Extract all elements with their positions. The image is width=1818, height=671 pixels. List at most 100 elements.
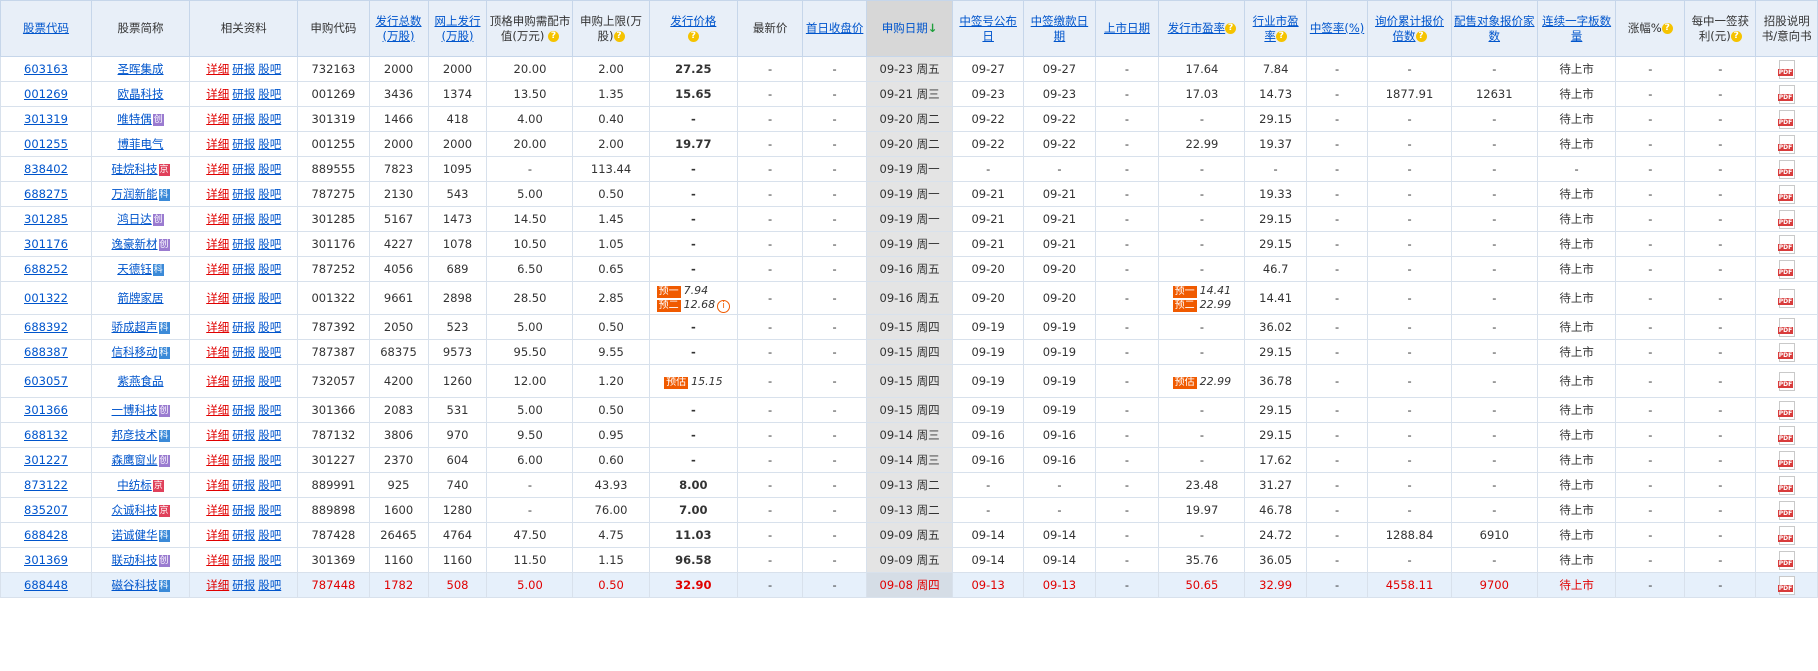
report-link[interactable]: 研报 <box>232 62 255 76</box>
stock-name-link[interactable]: 诺诚健华 <box>112 528 158 542</box>
stock-code-link[interactable]: 838402 <box>24 162 68 176</box>
header-sub-date[interactable]: 申购日期↓ <box>866 0 954 57</box>
forum-link[interactable]: 股吧 <box>258 62 281 76</box>
header-total-shares[interactable]: 发行总数(万股) <box>368 0 429 57</box>
forum-link[interactable]: 股吧 <box>258 503 281 517</box>
stock-name-link[interactable]: 逸豪新材 <box>112 237 158 251</box>
header-issue-price[interactable]: 发行价格? <box>648 0 739 57</box>
forum-link[interactable]: 股吧 <box>258 403 281 417</box>
pdf-icon[interactable] <box>1777 400 1795 420</box>
help-icon[interactable]: ? <box>613 30 625 42</box>
stock-name-link[interactable]: 邦彦技术 <box>112 428 158 442</box>
forum-link[interactable]: 股吧 <box>258 212 281 226</box>
forum-link[interactable]: 股吧 <box>258 528 281 542</box>
pdf-icon[interactable] <box>1777 450 1795 470</box>
pdf-icon[interactable] <box>1777 371 1795 391</box>
detail-link[interactable]: 详细 <box>206 62 229 76</box>
stock-code-link[interactable]: 301176 <box>24 237 68 251</box>
pdf-icon[interactable] <box>1777 342 1795 362</box>
report-link[interactable]: 研报 <box>232 320 255 334</box>
detail-link[interactable]: 详细 <box>206 478 229 492</box>
header-bidder-count[interactable]: 配售对象报价家数 <box>1450 0 1538 57</box>
forum-link[interactable]: 股吧 <box>258 291 281 305</box>
report-link[interactable]: 研报 <box>232 187 255 201</box>
forum-link[interactable]: 股吧 <box>258 237 281 251</box>
detail-link[interactable]: 详细 <box>206 187 229 201</box>
pdf-icon[interactable] <box>1777 575 1795 595</box>
header-stock-code[interactable]: 股票代码 <box>0 0 92 57</box>
stock-name-link[interactable]: 一博科技 <box>112 403 158 417</box>
pdf-icon[interactable] <box>1777 84 1795 104</box>
stock-name-link[interactable]: 箭牌家居 <box>118 291 164 305</box>
help-icon[interactable]: ? <box>1225 23 1237 34</box>
pdf-icon[interactable] <box>1777 525 1795 545</box>
stock-name-link[interactable]: 众诚科技 <box>112 503 158 517</box>
detail-link[interactable]: 详细 <box>206 345 229 359</box>
pdf-icon[interactable] <box>1777 259 1795 279</box>
stock-name-link[interactable]: 信科移动 <box>112 345 158 359</box>
stock-name-link[interactable]: 欧晶科技 <box>118 87 164 101</box>
detail-link[interactable]: 详细 <box>206 291 229 305</box>
stock-code-link[interactable]: 301319 <box>24 112 68 126</box>
detail-link[interactable]: 详细 <box>206 237 229 251</box>
report-link[interactable]: 研报 <box>232 87 255 101</box>
stock-code-link[interactable]: 301366 <box>24 403 68 417</box>
forum-link[interactable]: 股吧 <box>258 453 281 467</box>
header-issue-pe[interactable]: 发行市盈率? <box>1158 0 1246 57</box>
stock-code-link[interactable]: 301285 <box>24 212 68 226</box>
stock-name-link[interactable]: 鸿日达 <box>117 212 152 226</box>
stock-name-link[interactable]: 紫燕食品 <box>118 374 164 388</box>
detail-link[interactable]: 详细 <box>206 212 229 226</box>
pdf-icon[interactable] <box>1777 475 1795 495</box>
report-link[interactable]: 研报 <box>232 345 255 359</box>
report-link[interactable]: 研报 <box>232 291 255 305</box>
forum-link[interactable]: 股吧 <box>258 428 281 442</box>
detail-link[interactable]: 详细 <box>206 112 229 126</box>
header-pay-date[interactable]: 中签缴款日期 <box>1023 0 1096 57</box>
pdf-icon[interactable] <box>1777 234 1795 254</box>
stock-code-link[interactable]: 688448 <box>24 578 68 592</box>
header-industry-pe[interactable]: 行业市盈率? <box>1244 0 1307 57</box>
forum-link[interactable]: 股吧 <box>258 87 281 101</box>
stock-code-link[interactable]: 001322 <box>24 291 68 305</box>
stock-name-link[interactable]: 唯特偶 <box>117 112 152 126</box>
detail-link[interactable]: 详细 <box>206 528 229 542</box>
detail-link[interactable]: 详细 <box>206 428 229 442</box>
forum-link[interactable]: 股吧 <box>258 137 281 151</box>
detail-link[interactable]: 详细 <box>206 578 229 592</box>
pdf-icon[interactable] <box>1777 550 1795 570</box>
header-online-shares[interactable]: 网上发行(万股) <box>427 0 488 57</box>
report-link[interactable]: 研报 <box>232 428 255 442</box>
report-link[interactable]: 研报 <box>232 262 255 276</box>
detail-link[interactable]: 详细 <box>206 87 229 101</box>
detail-link[interactable]: 详细 <box>206 162 229 176</box>
pdf-icon[interactable] <box>1777 59 1795 79</box>
forum-link[interactable]: 股吧 <box>258 320 281 334</box>
pdf-icon[interactable] <box>1777 425 1795 445</box>
report-link[interactable]: 研报 <box>232 162 255 176</box>
stock-code-link[interactable]: 873122 <box>24 478 68 492</box>
forum-link[interactable]: 股吧 <box>258 374 281 388</box>
stock-code-link[interactable]: 001255 <box>24 137 68 151</box>
header-bid-multiple[interactable]: 询价累计报价倍数? <box>1367 0 1452 57</box>
report-link[interactable]: 研报 <box>232 578 255 592</box>
stock-code-link[interactable]: 603057 <box>24 374 68 388</box>
pdf-icon[interactable] <box>1777 184 1795 204</box>
report-link[interactable]: 研报 <box>232 112 255 126</box>
detail-link[interactable]: 详细 <box>206 374 229 388</box>
header-limit-boards[interactable]: 连续一字板数量 <box>1536 0 1617 57</box>
header-lottery-pub[interactable]: 中签号公布日 <box>952 0 1025 57</box>
report-link[interactable]: 研报 <box>232 478 255 492</box>
report-link[interactable]: 研报 <box>232 137 255 151</box>
report-link[interactable]: 研报 <box>232 453 255 467</box>
report-link[interactable]: 研报 <box>232 403 255 417</box>
pdf-icon[interactable] <box>1777 209 1795 229</box>
detail-link[interactable]: 详细 <box>206 137 229 151</box>
forum-link[interactable]: 股吧 <box>258 187 281 201</box>
stock-name-link[interactable]: 中纺标 <box>117 478 152 492</box>
pdf-icon[interactable] <box>1777 134 1795 154</box>
stock-code-link[interactable]: 688392 <box>24 320 68 334</box>
stock-name-link[interactable]: 硅烷科技 <box>112 162 158 176</box>
stock-code-link[interactable]: 603163 <box>24 62 68 76</box>
help-icon[interactable]: ? <box>1661 23 1673 34</box>
